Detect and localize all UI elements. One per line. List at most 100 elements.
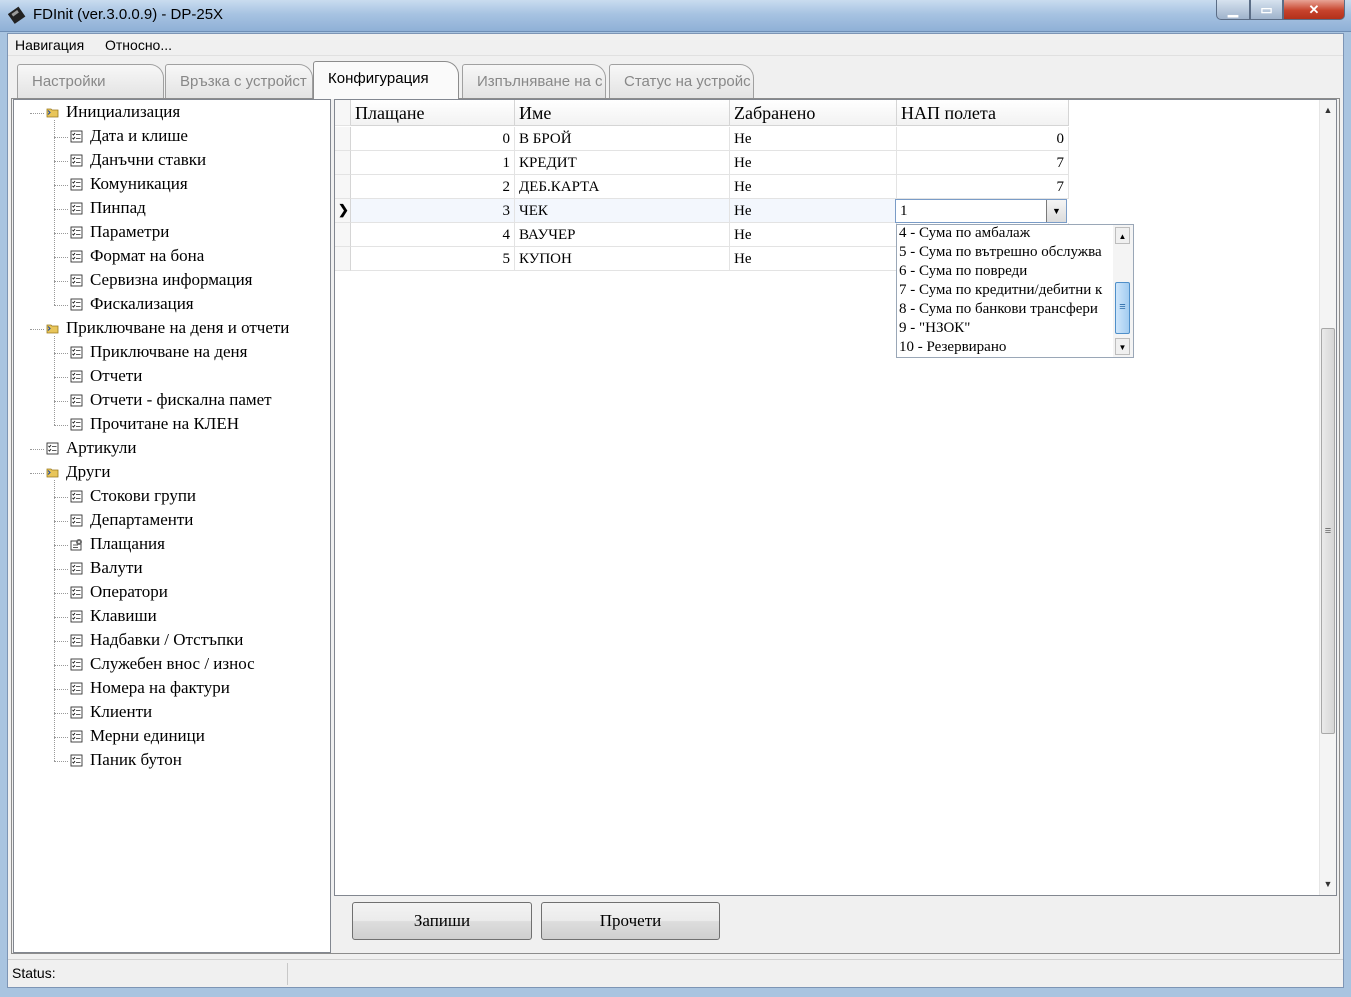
document-icon bbox=[70, 202, 83, 215]
cell-nap-fields[interactable]: 7 bbox=[897, 175, 1069, 199]
row-header[interactable] bbox=[335, 247, 351, 271]
cell-forbidden[interactable]: Не bbox=[730, 247, 897, 271]
minimize-icon: ▁ bbox=[1228, 1, 1238, 17]
dropdown-option[interactable]: 7 - Сума по кредитни/дебитни к bbox=[899, 282, 1113, 301]
dropdown-option[interactable]: 6 - Сума по повреди bbox=[899, 263, 1113, 282]
tree-group-label: Артикули bbox=[66, 438, 137, 457]
tab-device-connection[interactable]: Връзка с устройст bbox=[165, 64, 313, 98]
cell-payment[interactable]: 0 bbox=[351, 127, 515, 151]
cell-nap-fields[interactable]: 7 bbox=[897, 151, 1069, 175]
scroll-down-icon[interactable]: ▼ bbox=[1320, 876, 1336, 893]
navigation-tree: Инициализация Дата и клише Данъчни ставки К… bbox=[13, 99, 331, 953]
cell-name[interactable]: КРЕДИТ bbox=[515, 151, 730, 175]
dropdown-option[interactable]: 5 - Сума по вътрешно обслужва bbox=[899, 244, 1113, 263]
nap-fields-combobox[interactable]: 1 ▼ bbox=[895, 199, 1067, 223]
folder-icon bbox=[46, 468, 59, 478]
row-header[interactable] bbox=[335, 127, 351, 151]
payment-settings-icon bbox=[70, 539, 82, 551]
tree-item-label: Прочитане на КЛЕН bbox=[90, 414, 239, 433]
cell-payment[interactable]: 3 bbox=[351, 199, 515, 223]
tree-connector bbox=[54, 233, 68, 234]
tree-item-label: Департаменти bbox=[90, 510, 194, 529]
col-header-nap-fields[interactable]: НАП полета bbox=[897, 100, 1069, 126]
tree-connector bbox=[30, 449, 44, 450]
cell-payment[interactable]: 5 bbox=[351, 247, 515, 271]
dropdown-option[interactable]: 8 - Сума по банкови трансфери bbox=[899, 301, 1113, 320]
close-button[interactable]: ✕ bbox=[1283, 0, 1345, 20]
cell-forbidden[interactable]: Не bbox=[730, 151, 897, 175]
document-icon bbox=[46, 442, 59, 455]
tree-connector bbox=[30, 329, 44, 330]
nap-combobox-value: 1 bbox=[900, 203, 908, 219]
tree-connector bbox=[54, 401, 68, 402]
document-icon bbox=[70, 154, 83, 167]
tree-item-label: Надбавки / Отстъпки bbox=[90, 630, 244, 649]
tree-item-label: Дата и клише bbox=[90, 126, 188, 145]
tree-connector bbox=[30, 113, 44, 114]
cell-name[interactable]: В БРОЙ bbox=[515, 127, 730, 151]
menu-about[interactable]: Относно... bbox=[105, 37, 172, 53]
tab-execute[interactable]: Изпълняване на с bbox=[462, 64, 606, 98]
col-header-name[interactable]: Име bbox=[515, 100, 730, 126]
maximize-button[interactable]: ▭ bbox=[1250, 0, 1283, 20]
tab-device-status[interactable]: Статус на устройс bbox=[609, 64, 754, 98]
cell-payment[interactable]: 2 bbox=[351, 175, 515, 199]
dropdown-scroll-down-icon[interactable]: ▼ bbox=[1115, 338, 1130, 355]
tree-item-label: Сервизна информация bbox=[90, 270, 253, 289]
cell-payment[interactable]: 1 bbox=[351, 151, 515, 175]
document-icon bbox=[70, 514, 83, 527]
document-icon bbox=[70, 730, 83, 743]
row-header[interactable] bbox=[335, 223, 351, 247]
cell-name[interactable]: ВАУЧЕР bbox=[515, 223, 730, 247]
cell-name[interactable]: ЧЕК bbox=[515, 199, 730, 223]
save-button[interactable]: Запиши bbox=[352, 902, 532, 940]
tab-device-status-label: Статус на устройс bbox=[624, 73, 751, 90]
cell-forbidden[interactable]: Не bbox=[730, 199, 897, 223]
col-header-payment[interactable]: Плащане bbox=[351, 100, 515, 126]
tree-item-label: Стокови групи bbox=[90, 486, 197, 505]
tree-item-label: Плащания bbox=[90, 534, 165, 553]
tree-item-label: Паник бутон bbox=[90, 750, 182, 769]
cell-forbidden[interactable]: Не bbox=[730, 223, 897, 247]
tree-item-label: Параметри bbox=[90, 222, 170, 241]
dropdown-scroll-up-icon[interactable]: ▲ bbox=[1115, 227, 1130, 244]
row-header[interactable] bbox=[335, 175, 351, 199]
dropdown-option[interactable]: 9 - "НЗОК" bbox=[899, 320, 1113, 339]
status-separator bbox=[287, 963, 288, 985]
tree-item-label: Пинпад bbox=[90, 198, 146, 217]
grid-vertical-scrollbar[interactable]: ▲ ≡ ▼ bbox=[1319, 100, 1336, 895]
scroll-thumb[interactable]: ≡ bbox=[1321, 328, 1335, 734]
combobox-dropdown-button[interactable]: ▼ bbox=[1046, 200, 1066, 222]
col-header-forbidden[interactable]: Zабранено bbox=[730, 100, 897, 126]
tab-execute-label: Изпълняване на с bbox=[477, 73, 603, 90]
row-header[interactable] bbox=[335, 151, 351, 175]
menu-bar: Навигация Относно... bbox=[8, 34, 1343, 56]
document-icon bbox=[70, 706, 83, 719]
cell-forbidden[interactable]: Не bbox=[730, 127, 897, 151]
minimize-button[interactable]: ▁ bbox=[1216, 0, 1250, 20]
cell-payment[interactable]: 4 bbox=[351, 223, 515, 247]
document-icon bbox=[70, 418, 83, 431]
tree-item-label: Отчети - фискална памет bbox=[90, 390, 272, 409]
tree-connector bbox=[54, 137, 68, 138]
dropdown-scroll-thumb[interactable]: ≡ bbox=[1115, 282, 1130, 334]
document-icon bbox=[70, 658, 83, 671]
document-icon bbox=[70, 754, 83, 767]
read-button[interactable]: Прочети bbox=[541, 902, 720, 940]
nap-fields-dropdown-list[interactable]: 4 - Сума по амбалаж 5 - Сума по вътрешно … bbox=[896, 224, 1134, 358]
cell-forbidden[interactable]: Не bbox=[730, 175, 897, 199]
cell-name[interactable]: ДЕБ.КАРТА bbox=[515, 175, 730, 199]
document-icon bbox=[70, 226, 83, 239]
tree-item-label: Данъчни ставки bbox=[90, 150, 207, 169]
scroll-up-icon[interactable]: ▲ bbox=[1320, 102, 1336, 119]
dropdown-option[interactable]: 10 - Резервирано bbox=[899, 339, 1113, 357]
dropdown-scrollbar[interactable]: ▲ ≡ ▼ bbox=[1113, 225, 1133, 357]
cell-nap-fields[interactable]: 0 bbox=[897, 127, 1069, 151]
tab-settings[interactable]: Настройки bbox=[17, 64, 164, 98]
tree-item-label: Фискализация bbox=[90, 294, 194, 313]
dropdown-option[interactable]: 4 - Сума по амбалаж bbox=[899, 225, 1113, 244]
menu-navigation[interactable]: Навигация bbox=[15, 37, 84, 53]
cell-name[interactable]: КУПОН bbox=[515, 247, 730, 271]
tree-item-label: Клиенти bbox=[90, 702, 153, 721]
tab-configuration[interactable]: Конфигурация bbox=[313, 61, 459, 99]
